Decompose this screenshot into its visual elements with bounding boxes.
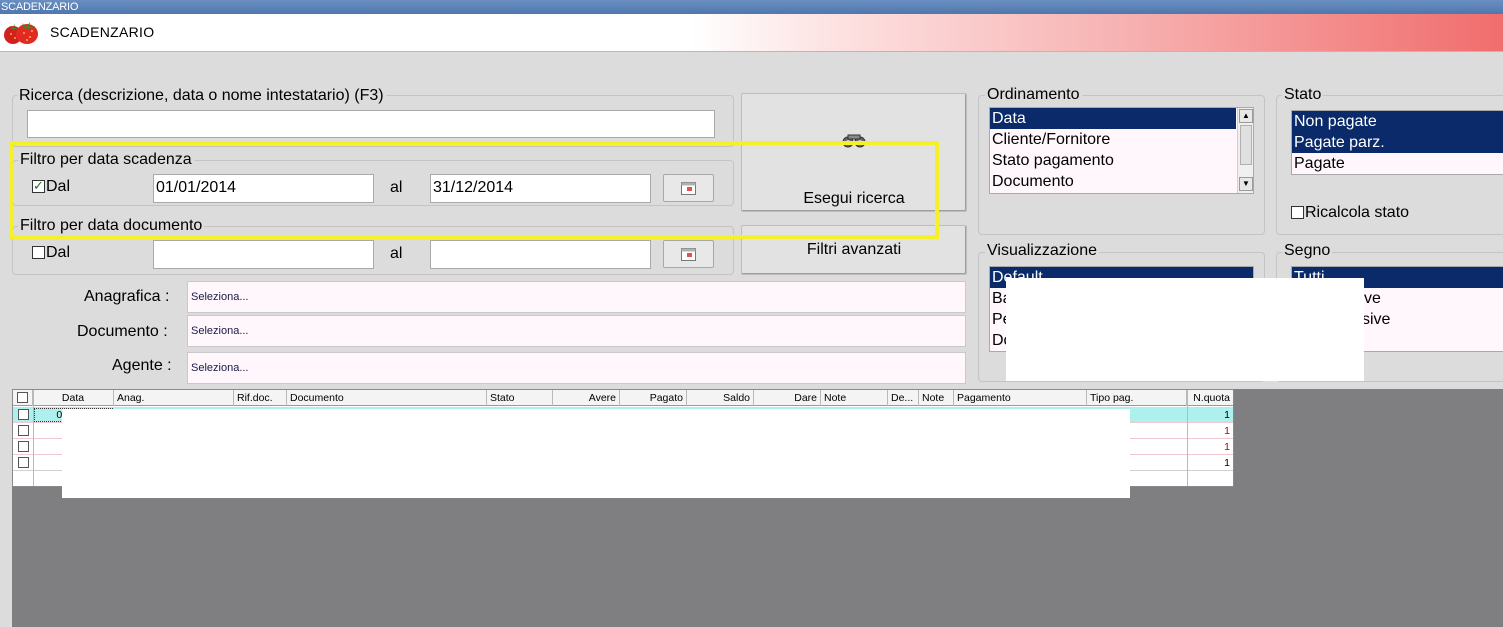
strawberry-icon — [4, 22, 38, 44]
app-title: SCADENZARIO — [50, 24, 155, 40]
window-title-bar: SCADENZARIO — [0, 0, 1503, 14]
ordinamento-scrollbar[interactable]: ▲ ▼ — [1237, 108, 1253, 193]
grid-separator — [1187, 390, 1188, 486]
ordinamento-legend: Ordinamento — [985, 86, 1082, 104]
column-header[interactable]: N.quota — [1187, 390, 1233, 406]
row-nquota: 1 — [1224, 457, 1230, 469]
row-checkbox[interactable] — [18, 441, 29, 452]
ordinamento-item[interactable]: Documento — [990, 171, 1253, 192]
documento-to-field[interactable] — [430, 240, 651, 269]
recalc-label: Ricalcola stato — [1305, 204, 1410, 221]
search-button[interactable]: Esegui ricerca — [741, 93, 967, 212]
recalc-checkbox[interactable] — [1291, 206, 1304, 219]
grid-header: Data Anag. Rif.doc. Documento Stato Aver… — [13, 390, 1233, 406]
documento-selector[interactable]: Seleziona... — [187, 315, 966, 347]
row-checkbox[interactable] — [18, 409, 29, 420]
column-header[interactable]: Rif.doc. — [234, 390, 287, 406]
scroll-down-icon[interactable]: ▼ — [1239, 177, 1253, 191]
column-header[interactable]: Pagato — [620, 390, 687, 406]
column-header[interactable]: Data — [33, 390, 114, 406]
column-header[interactable]: Pagamento — [954, 390, 1087, 406]
scroll-thumb[interactable] — [1240, 125, 1252, 165]
column-header[interactable]: Anag. — [114, 390, 234, 406]
anagrafica-label: Anagrafica : — [84, 288, 170, 305]
row-nquota: 1 — [1224, 441, 1230, 453]
header-select-all[interactable] — [13, 390, 33, 406]
documento-label: Documento : — [77, 323, 168, 340]
stato-item[interactable]: Non pagate — [1292, 111, 1503, 132]
ordinamento-item[interactable]: Stato pagamento — [990, 150, 1253, 171]
agente-label: Agente : — [112, 357, 172, 374]
documento-from-field[interactable] — [153, 240, 374, 269]
column-header[interactable]: De... — [888, 390, 919, 406]
row-checkbox[interactable] — [18, 457, 29, 468]
anagrafica-selector[interactable]: Seleziona... — [187, 281, 966, 313]
column-header[interactable]: Dare — [754, 390, 821, 406]
column-header[interactable]: Avere — [553, 390, 620, 406]
calendar-icon — [681, 248, 696, 261]
row-nquota: 1 — [1224, 425, 1230, 437]
grid-separator — [33, 390, 34, 486]
filter-scadenza-checkbox-label: Dal — [46, 178, 71, 195]
column-header[interactable]: Stato — [487, 390, 553, 406]
documento-calendar-button[interactable] — [663, 240, 714, 268]
filter-scadenza-checkbox[interactable] — [32, 178, 45, 194]
stato-item[interactable]: Pagate parz. — [1292, 132, 1503, 153]
segno-legend: Segno — [1282, 242, 1333, 260]
window-title: SCADENZARIO — [1, 1, 79, 13]
search-input[interactable] — [27, 110, 715, 138]
ordinamento-list[interactable]: Data Cliente/Fornitore Stato pagamento D… — [989, 107, 1254, 194]
ordinamento-item[interactable]: Data — [990, 108, 1236, 129]
binoculars-icon — [842, 134, 866, 148]
redacted-area — [1006, 278, 1364, 381]
column-header[interactable]: Note — [821, 390, 888, 406]
advanced-filters-button[interactable]: Filtri avanzati — [741, 225, 967, 275]
column-header[interactable]: Documento — [287, 390, 487, 406]
scadenza-to-field[interactable]: 31/12/2014 — [430, 174, 651, 203]
visualizzazione-legend: Visualizzazione — [985, 242, 1099, 260]
stato-list[interactable]: Non pagate Pagate parz. Pagate — [1291, 110, 1503, 175]
filter-documento-checkbox[interactable] — [32, 246, 45, 259]
row-checkbox[interactable] — [18, 425, 29, 436]
ordinamento-item[interactable]: Cliente/Fornitore — [990, 129, 1253, 150]
select-all-checkbox[interactable] — [17, 392, 28, 403]
filter-scadenza-legend: Filtro per data scadenza — [18, 151, 194, 169]
scadenza-to-label: al — [390, 179, 403, 196]
stato-item[interactable]: Pagate — [1292, 153, 1503, 174]
scadenza-from-field[interactable]: 01/01/2014 — [153, 174, 374, 203]
app-header: SCADENZARIO — [0, 14, 1503, 52]
row-nquota: 1 — [1224, 409, 1230, 421]
scadenza-calendar-button[interactable] — [663, 174, 714, 202]
search-legend: Ricerca (descrizione, data o nome intest… — [17, 87, 386, 105]
agente-selector[interactable]: Seleziona... — [187, 352, 966, 384]
filter-documento-checkbox-label: Dal — [46, 244, 71, 261]
search-button-label: Esegui ricerca — [803, 190, 905, 207]
scroll-up-icon[interactable]: ▲ — [1239, 109, 1253, 123]
column-header[interactable]: Note — [919, 390, 954, 406]
column-header[interactable]: Tipo pag. — [1087, 390, 1187, 406]
calendar-icon — [681, 182, 696, 195]
column-header[interactable]: Saldo — [687, 390, 754, 406]
stato-legend: Stato — [1282, 86, 1324, 104]
documento-to-label: al — [390, 245, 403, 262]
redacted-area — [62, 409, 1130, 498]
filter-documento-legend: Filtro per data documento — [18, 217, 205, 235]
